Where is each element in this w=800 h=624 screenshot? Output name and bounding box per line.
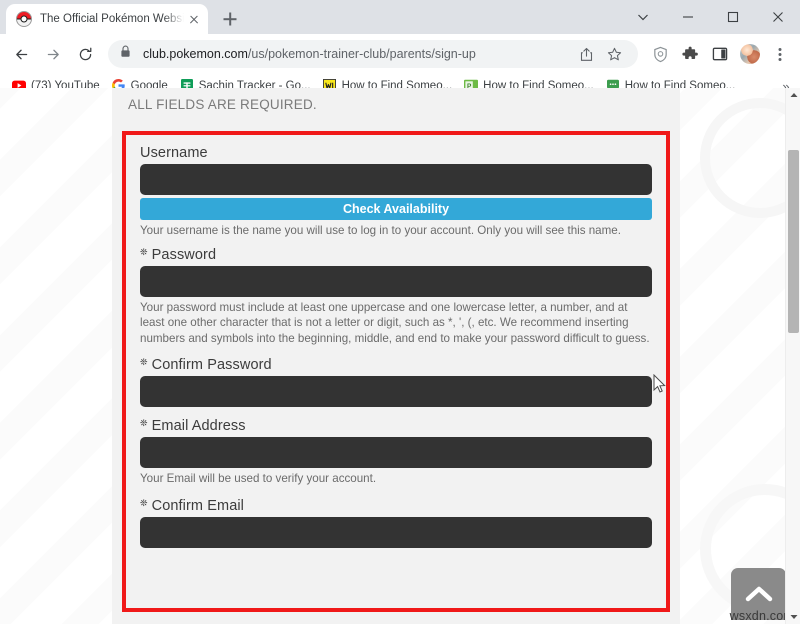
url-domain: club.pokemon.com <box>143 47 248 61</box>
confirm-email-input[interactable] <box>140 516 652 548</box>
username-label: Username <box>140 145 652 161</box>
field-group-username: Username Check Availability Your usernam… <box>140 145 652 239</box>
signup-form-highlight-box: Username Check Availability Your usernam… <box>122 131 670 612</box>
star-icon[interactable] <box>602 42 626 66</box>
browser-toolbar: club.pokemon.com/us/pokemon-trainer-club… <box>0 34 800 74</box>
address-bar[interactable]: club.pokemon.com/us/pokemon-trainer-club… <box>108 40 638 68</box>
new-tab-button[interactable] <box>216 5 244 33</box>
chevron-up-icon <box>745 586 772 602</box>
email-help-text: Your Email will be used to verify your a… <box>140 472 377 486</box>
field-group-confirm-email: ❊ Confirm Email <box>140 498 652 548</box>
chevron-down-icon[interactable] <box>620 1 665 33</box>
required-marker-icon: ❊ <box>140 357 148 368</box>
confirm-password-label: ❊ Confirm Password <box>140 357 652 373</box>
close-icon[interactable] <box>186 11 202 27</box>
share-icon[interactable] <box>574 42 598 66</box>
page-viewport: ALL FIELDS ARE REQUIRED. Username Check … <box>0 88 800 624</box>
pokeball-icon <box>16 11 32 27</box>
kebab-menu-icon[interactable] <box>766 40 794 68</box>
url-path: /us/pokemon-trainer-club/parents/sign-up <box>247 47 476 61</box>
address-bar-url: club.pokemon.com/us/pokemon-trainer-club… <box>143 47 476 61</box>
side-panel-icon[interactable] <box>706 40 734 68</box>
signup-content-column: ALL FIELDS ARE REQUIRED. Username Check … <box>112 88 680 624</box>
confirm-email-label: ❊ Confirm Email <box>140 498 652 514</box>
browser-window: The Official Pokémon Website | P <box>0 0 800 624</box>
lock-icon <box>120 45 134 63</box>
username-label-text: Username <box>140 145 208 161</box>
forward-button[interactable] <box>38 39 68 69</box>
all-fields-required-notice: ALL FIELDS ARE REQUIRED. <box>128 97 317 112</box>
window-controls <box>620 0 800 34</box>
maximize-icon[interactable] <box>710 1 755 33</box>
email-label-text: Email Address <box>151 418 246 435</box>
page-scrollbar[interactable] <box>785 88 800 624</box>
signup-form: Username Check Availability Your usernam… <box>126 135 666 548</box>
reload-button[interactable] <box>70 39 100 69</box>
check-availability-button[interactable]: Check Availability <box>140 198 652 220</box>
shield-icon[interactable] <box>646 40 674 68</box>
avatar <box>740 44 760 64</box>
password-label-text: Password <box>151 246 217 263</box>
omnibox-actions <box>574 42 626 66</box>
email-input[interactable] <box>140 437 652 469</box>
required-marker-icon: ❊ <box>140 246 148 257</box>
username-input[interactable] <box>140 164 652 195</box>
back-button[interactable] <box>6 39 36 69</box>
confirm-password-label-text: Confirm Password <box>151 357 272 374</box>
extensions-puzzle-icon[interactable] <box>676 40 704 68</box>
username-help-text: Your username is the name you will use t… <box>140 224 621 237</box>
browser-tab[interactable]: The Official Pokémon Website | P <box>6 4 208 34</box>
close-window-icon[interactable] <box>755 1 800 33</box>
password-input[interactable] <box>140 265 652 297</box>
password-help-text: Your password must include at least one … <box>140 300 650 345</box>
scrollbar-up-arrow[interactable] <box>786 88 800 102</box>
tab-title: The Official Pokémon Website | P <box>40 13 184 25</box>
password-label: ❊ Password <box>140 247 652 263</box>
field-group-email: ❊ Email Address Your Email will be used … <box>140 418 652 487</box>
scrollbar-down-arrow[interactable] <box>786 610 800 624</box>
required-marker-icon: ❊ <box>140 497 148 508</box>
profile-avatar[interactable] <box>736 40 764 68</box>
confirm-password-input[interactable] <box>140 376 652 408</box>
confirm-email-label-text: Confirm Email <box>151 497 244 514</box>
email-label: ❊ Email Address <box>140 418 652 434</box>
minimize-icon[interactable] <box>665 1 710 33</box>
toolbar-icons <box>646 40 794 68</box>
mouse-cursor <box>653 374 666 393</box>
field-group-password: ❊ Password Your password must include at… <box>140 247 652 347</box>
required-marker-icon: ❊ <box>140 418 148 429</box>
field-group-confirm-password: ❊ Confirm Password <box>140 357 652 408</box>
scrollbar-thumb[interactable] <box>788 150 799 333</box>
tab-strip: The Official Pokémon Website | P <box>0 0 800 34</box>
